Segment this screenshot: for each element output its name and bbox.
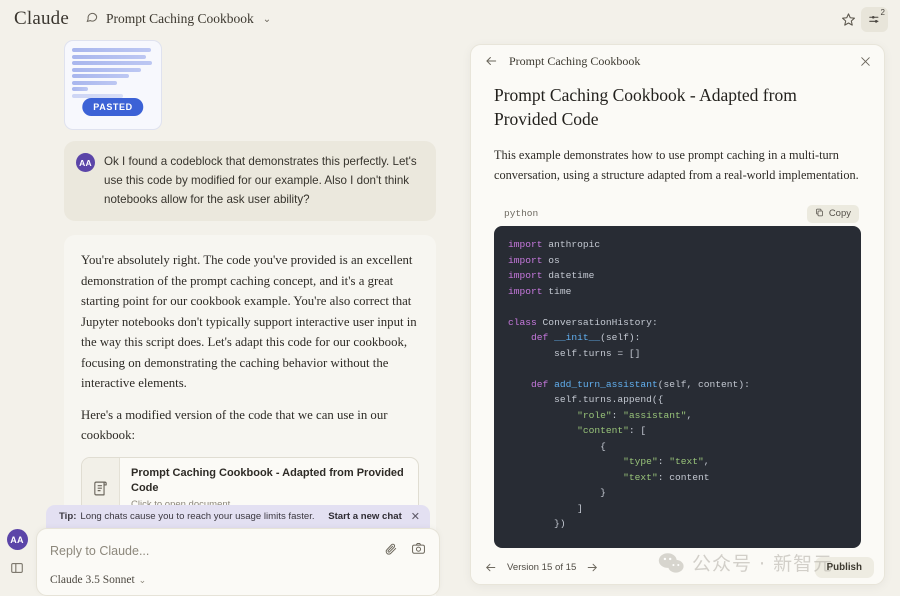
settings-button[interactable]: 2 bbox=[861, 6, 888, 32]
artifact-panel-title: Prompt Caching Cookbook bbox=[509, 53, 641, 68]
model-selector[interactable]: Claude 3.5 Sonnet ⌄ bbox=[50, 574, 426, 586]
composer-area: Tip: Long chats cause you to reach your … bbox=[36, 505, 440, 596]
chat-bubble-icon bbox=[85, 10, 99, 28]
version-label: Version 15 of 15 bbox=[507, 561, 577, 573]
close-icon[interactable] bbox=[859, 55, 872, 68]
tip-text: Long chats cause you to reach your usage… bbox=[80, 511, 315, 522]
camera-icon[interactable] bbox=[411, 541, 426, 561]
star-button[interactable] bbox=[835, 6, 861, 32]
arrow-left-icon[interactable] bbox=[484, 54, 498, 68]
settings-badge: 2 bbox=[880, 7, 885, 17]
account-avatar[interactable]: AA bbox=[6, 529, 28, 550]
message-composer[interactable]: Reply to Claude... Claude 3.5 Sonnet ⌄ bbox=[36, 528, 440, 596]
claude-app-window: Claude Prompt Caching Cookbook ⌄ 2 PASTE… bbox=[0, 0, 900, 596]
publish-button[interactable]: Publish bbox=[814, 556, 874, 578]
composer-input-row: Reply to Claude... bbox=[50, 541, 426, 561]
chevron-down-icon: ⌄ bbox=[262, 13, 272, 25]
user-avatar: AA bbox=[76, 153, 95, 172]
sidebar-toggle-icon[interactable] bbox=[10, 561, 24, 580]
assistant-paragraph-2: Here's a modified version of the code th… bbox=[81, 407, 388, 443]
assistant-paragraph-1: You're absolutely right. The code you've… bbox=[81, 253, 417, 390]
artifact-heading: Prompt Caching Cookbook - Adapted from P… bbox=[494, 85, 797, 129]
artifact-description: This example demonstrates how to use pro… bbox=[494, 148, 859, 182]
artifact-panel-footer: Version 15 of 15 Publish bbox=[471, 550, 884, 584]
app-logo[interactable]: Claude bbox=[14, 8, 69, 30]
user-message-text: Ok I found a codeblock that demonstrates… bbox=[104, 155, 417, 206]
artifact-panel: Prompt Caching Cookbook Prompt Caching C… bbox=[470, 44, 885, 585]
copy-label: Copy bbox=[828, 208, 851, 219]
pasted-badge: PASTED bbox=[82, 98, 144, 116]
code-language-label: python bbox=[504, 208, 539, 219]
message-input[interactable]: Reply to Claude... bbox=[50, 544, 384, 558]
conversation-title: Prompt Caching Cookbook bbox=[106, 11, 254, 26]
pasted-code-preview bbox=[72, 48, 154, 98]
previous-version-button[interactable] bbox=[484, 561, 497, 574]
chevron-down-icon: ⌄ bbox=[138, 574, 147, 585]
start-new-chat-link[interactable]: Start a new chat bbox=[328, 511, 402, 522]
top-bar: Claude Prompt Caching Cookbook ⌄ 2 bbox=[0, 0, 900, 38]
paperclip-icon[interactable] bbox=[384, 542, 398, 561]
artifact-panel-body: Prompt Caching Cookbook - Adapted from P… bbox=[471, 77, 884, 550]
artifact-card-title: Prompt Caching Cookbook - Adapted from P… bbox=[131, 466, 404, 494]
copy-code-button[interactable]: Copy bbox=[806, 204, 859, 223]
composer-actions bbox=[384, 541, 426, 561]
copy-icon bbox=[815, 208, 824, 220]
artifact-panel-header: Prompt Caching Cookbook bbox=[471, 45, 884, 77]
left-rail: AA bbox=[0, 526, 34, 596]
tip-banner: Tip: Long chats cause you to reach your … bbox=[46, 505, 430, 528]
tip-label: Tip: bbox=[59, 511, 77, 522]
code-block-header: python Copy bbox=[494, 201, 861, 226]
model-name: Claude 3.5 Sonnet bbox=[50, 574, 135, 586]
close-icon[interactable]: ✕ bbox=[411, 510, 420, 523]
next-version-button[interactable] bbox=[586, 561, 599, 574]
pasted-code-attachment[interactable]: PASTED bbox=[64, 40, 162, 130]
code-block[interactable]: import anthropic import os import dateti… bbox=[494, 226, 861, 548]
conversation-title-chip[interactable]: Prompt Caching Cookbook ⌄ bbox=[85, 10, 271, 28]
code-content: import anthropic import os import dateti… bbox=[508, 239, 750, 529]
user-message: AA Ok I found a codeblock that demonstra… bbox=[64, 141, 436, 221]
